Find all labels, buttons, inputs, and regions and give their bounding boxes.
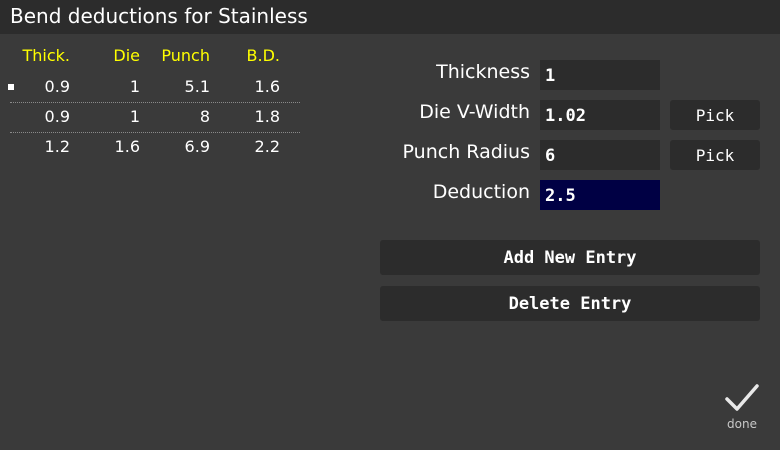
thickness-input[interactable] [540,60,660,90]
cell-die: 1.6 [114,137,140,156]
table-row[interactable]: 0.9 1 5.1 1.6 [8,72,300,103]
delete-entry-button[interactable]: Delete Entry [380,286,760,321]
selected-row-marker [8,84,14,90]
cell-punch: 5.1 [184,77,210,96]
die-v-width-input[interactable] [540,100,660,130]
table-row[interactable]: 0.9 1 8 1.8 [10,102,300,133]
window-title: Bend deductions for Stainless [10,4,308,28]
pick-punch-button[interactable]: Pick [670,140,760,170]
table-header: Thick. Die Punch B.D. [0,46,310,70]
column-header-bend-deduction: B.D. [246,46,280,65]
done-label: done [727,417,757,431]
column-header-die: Die [113,46,140,65]
checkmark-icon [725,384,759,411]
cell-thickness: 0.9 [44,77,70,96]
cell-punch: 8 [199,107,210,126]
deduction-label: Deduction [432,181,530,203]
cell-bend-deduction: 2.2 [254,137,280,156]
table-row[interactable]: 1.2 1.6 6.9 2.2 [10,132,300,162]
column-header-thickness: Thick. [22,46,70,65]
cell-bend-deduction: 1.8 [254,107,280,126]
punch-radius-label: Punch Radius [402,141,530,163]
pick-die-button[interactable]: Pick [670,100,760,130]
cell-die: 1 [129,107,140,126]
cell-die: 1 [129,77,140,96]
thickness-label: Thickness [436,61,530,83]
done-button[interactable]: done [718,380,766,436]
cell-thickness: 1.2 [44,137,70,156]
cell-punch: 6.9 [184,137,210,156]
punch-radius-input[interactable] [540,140,660,170]
cell-thickness: 0.9 [44,107,70,126]
cell-bend-deduction: 1.6 [254,77,280,96]
die-v-width-label: Die V-Width [419,101,530,123]
deduction-input[interactable] [540,180,660,210]
column-header-punch: Punch [161,46,210,65]
add-new-entry-button[interactable]: Add New Entry [380,240,760,275]
title-bar: Bend deductions for Stainless [0,0,780,34]
